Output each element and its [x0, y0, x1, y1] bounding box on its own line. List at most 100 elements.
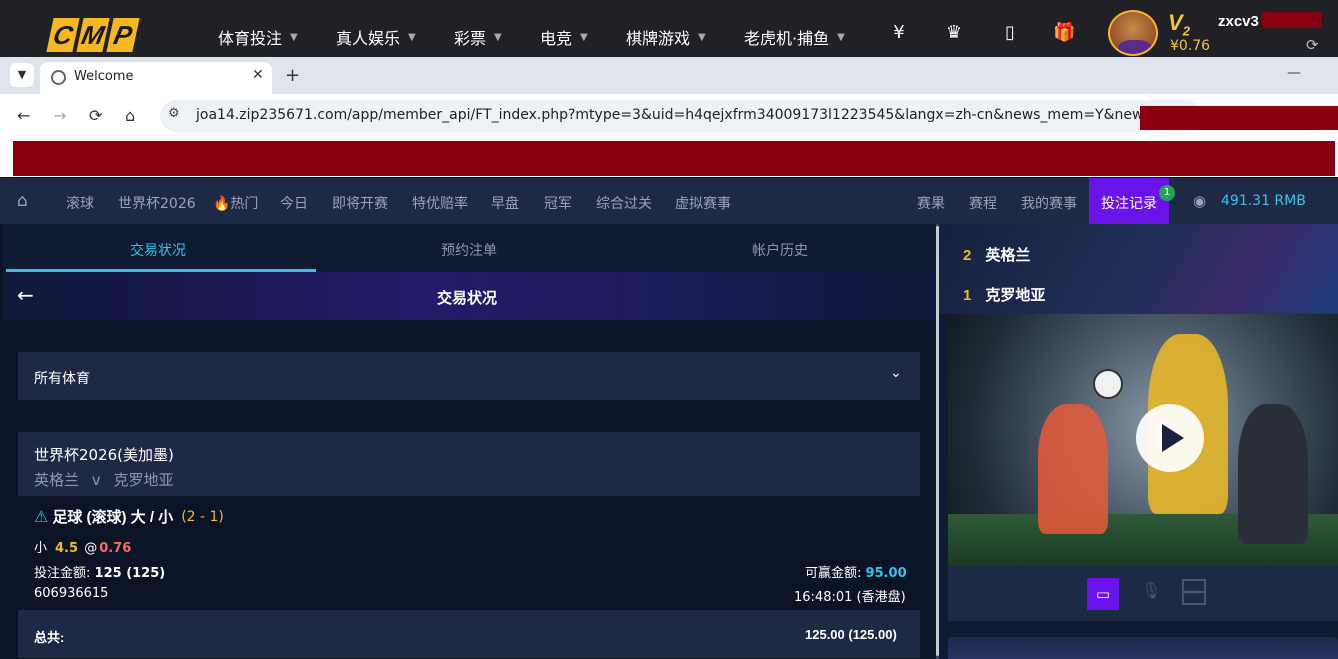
- vs-label: v: [91, 471, 101, 489]
- vip-badge: V2: [1168, 10, 1190, 38]
- gift-icon[interactable]: 🎁: [1053, 22, 1075, 44]
- section-banner: ← 交易状况: [3, 272, 936, 320]
- logo-letter: M: [76, 18, 110, 52]
- nav-lottery[interactable]: 彩票 ▼: [454, 25, 502, 49]
- redaction-mask: [1140, 106, 1338, 130]
- pitch-tracker-icon[interactable]: [1182, 579, 1206, 605]
- back-icon[interactable]: ←: [17, 283, 34, 307]
- sport-filter-value: 所有体育: [34, 371, 90, 387]
- hide-balance-icon[interactable]: ◉: [1193, 192, 1206, 210]
- bet-type: 足球 (滚球) 大 / 小: [52, 509, 174, 526]
- bet-record-button[interactable]: 投注记录 1: [1089, 178, 1175, 224]
- crown-icon[interactable]: ♛: [943, 22, 965, 44]
- url-input[interactable]: ⚙ joa14.zip235671.com/app/member_api/FT_…: [160, 100, 1202, 132]
- new-tab-button[interactable]: +: [285, 65, 300, 86]
- nav-slots-fishing[interactable]: 老虎机·捕鱼 ▼: [744, 25, 845, 49]
- snav-world-cup[interactable]: 世界杯2026: [118, 193, 196, 213]
- total-label: 总共:: [34, 630, 65, 645]
- sports-nav: ⌂ 滚球 世界杯2026 🔥热门 今日 即将开赛 特优赔率 早盘 冠军 综合过关…: [0, 178, 1338, 224]
- snav-early[interactable]: 早盘: [491, 193, 519, 213]
- snav-hot[interactable]: 🔥热门: [213, 193, 258, 213]
- nav-label: 彩票: [454, 29, 487, 48]
- bet-count-badge: 1: [1159, 185, 1175, 201]
- bet-type-row: ⚠ 足球 (滚球) 大 / 小 (2 - 1): [34, 506, 224, 527]
- snav-parlay[interactable]: 综合过关: [596, 193, 652, 213]
- chevron-down-icon: ▼: [408, 31, 416, 43]
- forward-icon[interactable]: →: [53, 106, 66, 125]
- snav-my-events[interactable]: 我的赛事: [1021, 193, 1077, 213]
- nav-label: 体育投注: [218, 29, 283, 48]
- snav-virtual[interactable]: 虚拟赛事: [675, 193, 731, 213]
- total-value: 125.00 (125.00): [805, 627, 897, 642]
- snav-best-odds[interactable]: 特优赔率: [412, 193, 468, 213]
- globe-icon: [51, 70, 66, 85]
- away-team: 克罗地亚: [113, 471, 174, 489]
- play-icon[interactable]: [1136, 404, 1204, 472]
- stake-value: 125 (125): [94, 566, 166, 581]
- header-balance: ¥0.76: [1170, 38, 1211, 54]
- mobile-icon[interactable]: ▯: [999, 22, 1021, 44]
- snav-today[interactable]: 今日: [280, 193, 308, 213]
- tab-account-history[interactable]: 帐户历史: [752, 240, 808, 260]
- home-icon[interactable]: ⌂: [17, 191, 28, 211]
- back-icon[interactable]: ←: [17, 106, 30, 125]
- tab-trade-status[interactable]: 交易状况: [130, 240, 186, 260]
- potential-win-value: 95.00: [865, 566, 907, 581]
- avatar[interactable]: [1108, 10, 1158, 56]
- live-video-player[interactable]: [948, 314, 1338, 566]
- chevron-down-icon: ▼: [580, 31, 588, 43]
- page-title: 交易状况: [437, 290, 498, 307]
- warning-icon: ⚠: [34, 507, 49, 526]
- site-info-icon[interactable]: ⚙: [168, 106, 180, 121]
- snav-outright[interactable]: 冠军: [544, 193, 572, 213]
- home-team: 英格兰: [34, 471, 80, 489]
- stake-row: 投注金额: 125 (125): [34, 562, 165, 581]
- nav-label: 电竞: [540, 29, 573, 48]
- nav-live-casino[interactable]: 真人娱乐 ▼: [336, 25, 416, 49]
- nav-esports[interactable]: 电竞 ▼: [540, 25, 588, 49]
- chevron-down-icon: ▼: [837, 31, 845, 43]
- bet-pick-row: 小 4.5 @0.76: [34, 537, 131, 556]
- refresh-icon[interactable]: ⟳: [1306, 36, 1319, 54]
- athlete-figure: [1238, 404, 1308, 544]
- sport-filter-select[interactable]: 所有体育 ⌄: [18, 352, 920, 400]
- deposit-icon[interactable]: ¥: [888, 22, 910, 44]
- chevron-down-icon: ▼: [290, 31, 298, 43]
- account-balance: 491.31 RMB: [1221, 193, 1306, 209]
- promo-banner[interactable]: [948, 637, 1338, 659]
- nav-label: 老虎机·捕鱼: [744, 29, 830, 48]
- home-score: 2: [963, 247, 972, 264]
- browser-tab[interactable]: Welcome ✕: [40, 62, 272, 94]
- athlete-figure: [1038, 404, 1108, 534]
- browser-window: ▼ Welcome ✕ + — ← → ⟳ ⌂ ⚙ joa14.zip23567…: [0, 57, 1338, 177]
- minimize-button[interactable]: —: [1287, 65, 1301, 81]
- microphone-icon[interactable]: 🎙: [1141, 581, 1161, 600]
- snav-results[interactable]: 赛果: [917, 193, 945, 213]
- nav-sports-betting[interactable]: 体育投注 ▼: [218, 25, 298, 49]
- logo-letter: C: [46, 18, 80, 52]
- vip-level-number: 2: [1182, 23, 1190, 39]
- total-bar: 总共: 125.00 (125.00): [18, 610, 920, 658]
- tv-icon[interactable]: ▭: [1087, 578, 1119, 610]
- reload-icon[interactable]: ⟳: [89, 106, 102, 125]
- potential-win-row: 可赢金额: 95.00: [805, 562, 907, 581]
- bet-time: 16:48:01 (香港盘): [794, 590, 906, 605]
- site-header: C M P 体育投注 ▼ 真人娱乐 ▼ 彩票 ▼ 电竞 ▼ 棋牌游戏 ▼ 老虎机·捕鱼 ▼ …: [0, 0, 1338, 57]
- chevron-down-icon: ⌄: [890, 365, 902, 381]
- snav-schedule[interactable]: 赛程: [969, 193, 997, 213]
- ticket-id: 606936615: [34, 586, 109, 601]
- home-icon[interactable]: ⌂: [125, 106, 135, 125]
- bet-pick: 小: [34, 541, 48, 556]
- potential-win-label: 可赢金额:: [805, 566, 862, 581]
- tab-reserved-bets[interactable]: 预约注单: [441, 240, 497, 260]
- home-team: 英格兰: [985, 247, 1031, 264]
- snav-live[interactable]: 滚球: [66, 193, 94, 213]
- nav-card-games[interactable]: 棋牌游戏 ▼: [626, 25, 706, 49]
- snav-upcoming[interactable]: 即将开赛: [332, 193, 388, 213]
- chevron-down-icon: ▼: [698, 31, 706, 43]
- subtab-bar: 交易状况 预约注单 帐户历史: [3, 224, 936, 272]
- username: zxcv3: [1218, 13, 1259, 30]
- tab-search-button[interactable]: ▼: [10, 63, 34, 87]
- close-icon[interactable]: ✕: [252, 67, 264, 83]
- site-logo[interactable]: C M P: [46, 18, 140, 52]
